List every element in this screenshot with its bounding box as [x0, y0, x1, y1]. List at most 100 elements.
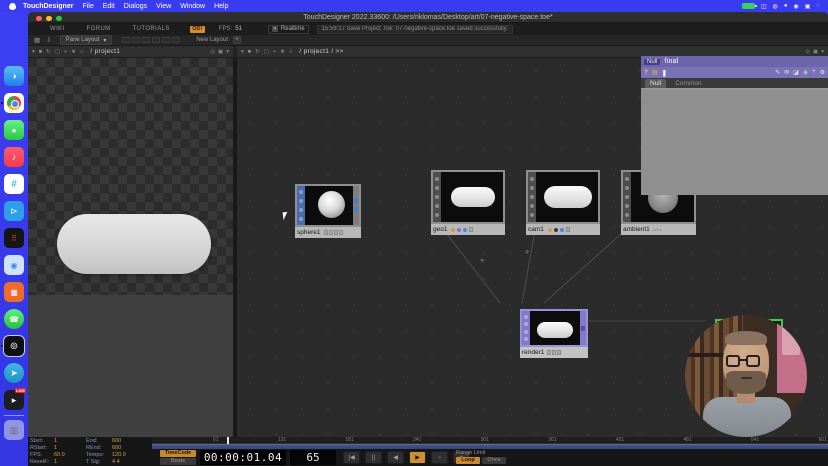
menu-window[interactable]: Window: [180, 3, 205, 10]
tab-null[interactable]: Null: [645, 79, 666, 88]
operator-name[interactable]: final: [664, 58, 678, 65]
node-geo1[interactable]: [431, 170, 505, 224]
node-flag-letters[interactable]: i o l o: [653, 228, 661, 232]
pane-target-icon[interactable]: ◎: [210, 49, 215, 55]
dock-item-orange-app[interactable]: ▦: [4, 282, 24, 302]
bookmark-icon[interactable]: ★: [280, 49, 285, 55]
camera-icon[interactable]: ◉: [794, 3, 799, 10]
clear-icon[interactable]: ◪: [793, 69, 799, 76]
node-output-column[interactable]: [580, 311, 586, 345]
dock-item-telegram[interactable]: ➤: [4, 363, 24, 383]
home-icon[interactable]: ⌂: [289, 49, 292, 55]
pane-maximize-icon[interactable]: ▣: [218, 49, 223, 55]
timecode-mode-button[interactable]: TimeCode: [160, 450, 196, 457]
field-resetf-value[interactable]: 1: [54, 459, 86, 466]
layout-slot[interactable]: [162, 37, 170, 43]
field-tempo-value[interactable]: 120.0: [112, 452, 146, 459]
screen-mirroring-icon[interactable]: ◫: [761, 3, 767, 10]
step-back-button[interactable]: −: [431, 451, 448, 464]
timeline-ruler[interactable]: 61 121 181 241 301 361 421 481 541 601: [152, 437, 828, 444]
stop-icon[interactable]: ■: [248, 49, 251, 55]
layout-slot[interactable]: [122, 37, 130, 43]
node-label-cam1[interactable]: cam1: [526, 224, 600, 235]
loop-button[interactable]: Loop: [456, 457, 480, 464]
timeline-range-bar[interactable]: [152, 444, 828, 449]
dock-item-music[interactable]: ♪: [4, 147, 24, 167]
tutorials-link[interactable]: TUTORIALS: [133, 26, 170, 32]
frame-icon[interactable]: ▢: [264, 49, 269, 55]
left-pane-path[interactable]: / project1: [90, 48, 120, 55]
language-icon[interactable]: ◉: [803, 69, 808, 76]
refresh-icon[interactable]: ↻: [255, 49, 260, 55]
pane-layout-dropdown[interactable]: Pane Layout ▾: [60, 35, 113, 45]
pane-split-icon[interactable]: ▾: [226, 49, 229, 55]
menu-view[interactable]: View: [156, 3, 171, 10]
play-forward-button[interactable]: ▶: [409, 451, 426, 464]
field-fps-value[interactable]: 60.0: [54, 452, 86, 459]
battery-icon[interactable]: [742, 3, 755, 9]
wiki-link[interactable]: WIKI: [50, 26, 65, 32]
dock-item-touchdesigner[interactable]: ⊚: [4, 336, 24, 356]
globe-icon[interactable]: ◍: [773, 3, 778, 10]
layout-slot[interactable]: [172, 37, 180, 43]
playhead[interactable]: [227, 437, 229, 444]
help-button[interactable]: ?: [644, 69, 648, 76]
gear-icon[interactable]: ⚙: [820, 69, 825, 76]
field-rend-value[interactable]: 600: [112, 445, 146, 452]
comment-icon[interactable]: ✉: [784, 69, 789, 76]
parameter-panel-header[interactable]: Null final: [641, 56, 828, 67]
node-label-geo1[interactable]: geo1: [431, 224, 505, 235]
frame-icon[interactable]: ▢: [55, 49, 60, 55]
refresh-icon[interactable]: ↻: [46, 49, 51, 55]
pane-target-icon[interactable]: ◎: [805, 49, 810, 55]
dock-item-slack[interactable]: #: [4, 174, 24, 194]
dock-item-chrome[interactable]: [4, 93, 24, 113]
stop-icon[interactable]: ■: [39, 49, 42, 55]
node-label-ambient1[interactable]: ambient1 i o l o: [621, 224, 696, 235]
field-start-value[interactable]: 1: [54, 438, 86, 445]
dock-item-finder[interactable]: ◑: [4, 66, 24, 86]
dock-item-trash[interactable]: ▥: [4, 420, 24, 440]
timecode-display[interactable]: 00:00:01.04: [200, 450, 286, 465]
add-icon[interactable]: +: [273, 49, 276, 55]
layout-slot[interactable]: [152, 37, 160, 43]
add-layout-button[interactable]: +: [233, 36, 241, 44]
node-flag-boxes[interactable]: [324, 230, 343, 235]
node-color-dots[interactable]: [451, 227, 473, 232]
save-layout-icon[interactable]: ⇩: [46, 36, 51, 44]
folder-icon[interactable]: ▤: [652, 69, 658, 76]
node-label-render1[interactable]: render1: [520, 347, 588, 358]
window-title-bar[interactable]: TouchDesigner 2022.33600: /Users/rikloma…: [28, 12, 828, 23]
play-reverse-button[interactable]: ◀: [387, 451, 404, 464]
bookmark-icon[interactable]: ★: [71, 49, 76, 55]
realtime-toggle[interactable]: × Realtime: [268, 25, 309, 34]
dock-item-messages[interactable]: ●: [4, 120, 24, 140]
menu-file[interactable]: File: [82, 3, 93, 10]
dock-item-figma[interactable]: ⠿: [4, 228, 24, 248]
node-color-dots[interactable]: [548, 227, 570, 232]
node-sphere1[interactable]: [295, 184, 361, 227]
node-label-sphere1[interactable]: sphere1: [295, 227, 361, 238]
field-tsig-value[interactable]: 4 4: [112, 459, 146, 466]
node-flags[interactable]: [528, 172, 536, 222]
od-badge[interactable]: OD!: [190, 26, 205, 33]
pause-button[interactable]: ||: [365, 451, 382, 464]
dock-item-zoom[interactable]: ◉: [4, 255, 24, 275]
dock-item-live-app[interactable]: ▸LIVE: [4, 390, 24, 410]
node-output-column[interactable]: [353, 186, 359, 225]
menu-edit[interactable]: Edit: [103, 3, 115, 10]
jump-to-start-button[interactable]: |◀: [343, 451, 360, 464]
pencil-icon[interactable]: ✎: [775, 69, 780, 76]
field-rstart-value[interactable]: 1: [54, 445, 86, 452]
layout-slot[interactable]: [132, 37, 140, 43]
node-flag-boxes[interactable]: [547, 350, 561, 355]
pane-menu-icon[interactable]: ▾: [241, 49, 244, 55]
menu-app-name[interactable]: TouchDesigner: [23, 3, 73, 10]
layout-slot[interactable]: [142, 37, 150, 43]
home-icon[interactable]: ⌂: [80, 49, 83, 55]
add-parameter-icon[interactable]: +: [812, 69, 816, 76]
dock-item-whatsapp[interactable]: ☎: [4, 309, 24, 329]
network-pane-path[interactable]: / project1 / >>: [299, 48, 343, 55]
control-center-icon[interactable]: ▣: [805, 3, 811, 10]
pane-split-icon[interactable]: ▾: [821, 49, 824, 55]
